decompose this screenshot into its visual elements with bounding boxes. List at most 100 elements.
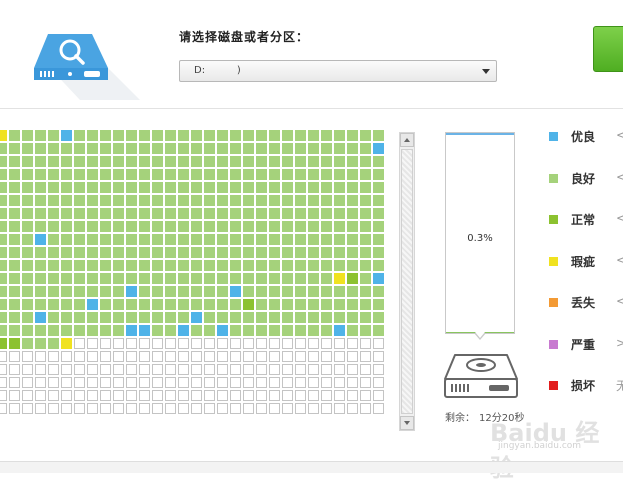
block-cell	[100, 130, 111, 141]
block-cell	[308, 130, 319, 141]
block-cell	[178, 312, 189, 323]
block-cell	[230, 234, 241, 245]
block-cell	[0, 221, 7, 232]
start-scan-button[interactable]	[593, 26, 623, 72]
block-cell	[9, 312, 20, 323]
block-cell	[100, 156, 111, 167]
block-cell	[360, 390, 371, 401]
block-cell	[9, 403, 20, 414]
block-cell	[373, 273, 384, 284]
block-cell	[35, 182, 46, 193]
block-cell	[178, 156, 189, 167]
disk-partition-select[interactable]: D: )	[179, 60, 497, 82]
block-cell	[152, 390, 163, 401]
block-cell	[308, 325, 319, 336]
block-cell	[373, 364, 384, 375]
block-map-scrollbar[interactable]	[399, 132, 415, 431]
block-cell	[74, 195, 85, 206]
block-cell	[347, 195, 358, 206]
block-cell	[126, 247, 137, 258]
block-cell	[22, 338, 33, 349]
legend-swatch	[549, 132, 558, 141]
block-cell	[178, 325, 189, 336]
block-cell	[230, 169, 241, 180]
scroll-thumb[interactable]	[401, 149, 413, 414]
block-cell	[126, 156, 137, 167]
block-cell	[321, 169, 332, 180]
block-cell	[321, 312, 332, 323]
chevron-down-icon[interactable]	[482, 69, 490, 74]
block-cell	[217, 130, 228, 141]
block-cell	[360, 351, 371, 362]
block-cell	[191, 156, 202, 167]
block-cell	[48, 377, 59, 388]
block-cell	[256, 364, 267, 375]
block-cell	[321, 351, 332, 362]
block-cell	[113, 364, 124, 375]
block-cell	[152, 195, 163, 206]
block-cell	[321, 403, 332, 414]
block-cell	[373, 156, 384, 167]
block-cell	[0, 247, 7, 258]
block-cell	[22, 377, 33, 388]
block-cell	[204, 195, 215, 206]
block-cell	[74, 325, 85, 336]
block-cell	[269, 390, 280, 401]
scroll-up-button[interactable]	[400, 133, 414, 147]
block-cell	[347, 234, 358, 245]
block-cell	[126, 130, 137, 141]
block-cell	[87, 325, 98, 336]
block-cell	[295, 156, 306, 167]
block-cell	[204, 351, 215, 362]
block-cell	[9, 247, 20, 258]
block-cell	[334, 403, 345, 414]
block-cell	[126, 364, 137, 375]
block-cell	[100, 221, 111, 232]
block-cell	[113, 195, 124, 206]
block-cell	[243, 143, 254, 154]
block-cell	[347, 208, 358, 219]
block-cell	[295, 130, 306, 141]
block-cell	[100, 247, 111, 258]
block-cell	[152, 169, 163, 180]
block-cell	[61, 182, 72, 193]
block-cell	[61, 364, 72, 375]
block-cell	[100, 260, 111, 271]
block-cell	[178, 364, 189, 375]
block-cell	[74, 351, 85, 362]
block-cell	[74, 247, 85, 258]
block-cell	[0, 208, 7, 219]
block-cell	[100, 208, 111, 219]
scan-progress-bar: 0.3%	[445, 132, 515, 334]
block-cell	[230, 338, 241, 349]
block-cell	[113, 234, 124, 245]
block-cell	[191, 273, 202, 284]
block-cell	[373, 390, 384, 401]
block-cell	[87, 299, 98, 310]
block-cell	[243, 364, 254, 375]
block-cell	[204, 312, 215, 323]
block-cell	[347, 260, 358, 271]
remaining-time: 剩余： 12分20秒	[445, 409, 528, 424]
block-cell	[61, 260, 72, 271]
block-cell	[165, 182, 176, 193]
block-cell	[191, 351, 202, 362]
block-cell	[334, 286, 345, 297]
block-cell	[9, 169, 20, 180]
block-cell	[308, 273, 319, 284]
block-cell	[165, 221, 176, 232]
block-cell	[334, 312, 345, 323]
block-cell	[282, 325, 293, 336]
block-cell	[35, 260, 46, 271]
block-cell	[191, 247, 202, 258]
block-cell	[74, 338, 85, 349]
block-cell	[256, 338, 267, 349]
block-cell	[230, 143, 241, 154]
block-cell	[321, 130, 332, 141]
block-cell	[321, 299, 332, 310]
block-cell	[230, 182, 241, 193]
scroll-down-button[interactable]	[400, 416, 414, 430]
block-cell	[9, 156, 20, 167]
block-cell	[113, 377, 124, 388]
block-cell	[191, 130, 202, 141]
